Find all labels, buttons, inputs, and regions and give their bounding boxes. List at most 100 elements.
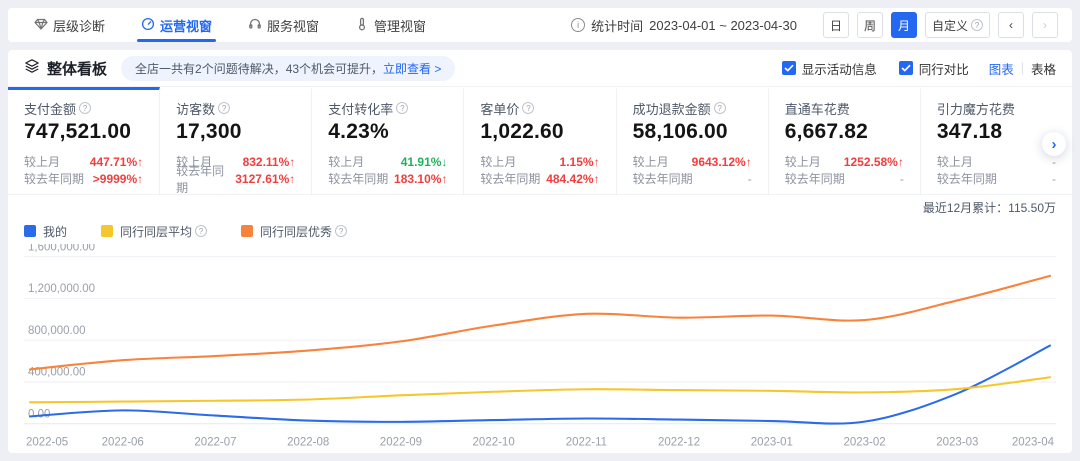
- metric-cards-row: 支付金额? 747,521.00 较上月447.71%↑ 较去年同期>9999%…: [8, 87, 1072, 195]
- tab-operations-view[interactable]: 运营视窗: [137, 8, 216, 42]
- notice-text: 全店一共有2个问题待解决，43个机会可提升，: [135, 60, 383, 77]
- yoy-change: -: [748, 172, 752, 186]
- question-icon[interactable]: ?: [714, 102, 726, 114]
- question-icon: ?: [335, 225, 347, 237]
- svg-text:2023-01: 2023-01: [751, 435, 793, 448]
- page-title: 整体看板: [47, 58, 107, 79]
- period-custom-button[interactable]: 自定义 ?: [925, 12, 990, 38]
- yoy-change: >9999%↑: [93, 172, 143, 186]
- tab-service-view[interactable]: 服务视窗: [244, 8, 323, 42]
- gem-icon: [34, 17, 48, 34]
- page: 层级诊断 运营视窗 服务视窗 管理视窗 i 统计时间 2023-04-01 ~ …: [0, 0, 1080, 461]
- yoy-change: -: [900, 172, 904, 186]
- svg-text:2022-09: 2022-09: [380, 435, 422, 448]
- legend-item-peer-excellent[interactable]: 同行同层优秀 ?: [241, 223, 347, 240]
- metric-value: 17,300: [176, 120, 295, 144]
- board-header: 整体看板 全店一共有2个问题待解决，43个机会可提升， 立即查看 > 显示活动信…: [8, 50, 1072, 87]
- overview-panel: 整体看板 全店一共有2个问题待解决，43个机会可提升， 立即查看 > 显示活动信…: [8, 50, 1072, 453]
- question-icon[interactable]: ?: [218, 102, 230, 114]
- yoy-change: 183.10%↑: [394, 172, 447, 186]
- svg-text:800,000.00: 800,000.00: [28, 324, 86, 337]
- svg-text:2022-08: 2022-08: [287, 435, 330, 448]
- gauge-icon: [141, 17, 155, 34]
- period-day-button[interactable]: 日: [823, 12, 849, 38]
- svg-text:2023-02: 2023-02: [843, 435, 885, 448]
- statistic-time-range: 2023-04-01 ~ 2023-04-30: [649, 18, 797, 33]
- svg-text:1,600,000.00: 1,600,000.00: [28, 244, 96, 253]
- tab-label: 服务视窗: [267, 16, 319, 35]
- legend-item-mine[interactable]: 我的: [24, 223, 67, 240]
- mom-change: 1.15%↑: [560, 155, 600, 169]
- mom-change: 832.11%↑: [243, 155, 296, 169]
- svg-text:2022-05: 2022-05: [26, 435, 69, 448]
- metric-card-payment-amount[interactable]: 支付金额? 747,521.00 较上月447.71%↑ 较去年同期>9999%…: [8, 87, 160, 194]
- question-icon[interactable]: ?: [79, 102, 91, 114]
- svg-text:2022-11: 2022-11: [566, 435, 607, 448]
- mom-change: 447.71%↑: [90, 155, 143, 169]
- headset-icon: [248, 17, 262, 34]
- question-icon: ?: [195, 225, 207, 237]
- cards-scroll-right-button[interactable]: ›: [1042, 132, 1066, 156]
- svg-text:2022-06: 2022-06: [102, 435, 145, 448]
- period-month-button[interactable]: 月: [891, 12, 917, 38]
- question-icon[interactable]: ?: [396, 102, 408, 114]
- tab-level-diagnosis[interactable]: 层级诊断: [30, 8, 109, 42]
- next-period-button[interactable]: ›: [1032, 12, 1058, 38]
- yoy-change: 484.42%↑: [546, 172, 599, 186]
- period-week-button[interactable]: 周: [857, 12, 883, 38]
- chart-view-toggle[interactable]: 图表: [989, 59, 1014, 78]
- mom-change: 9643.12%↑: [692, 155, 752, 169]
- yoy-change: -: [1052, 172, 1056, 186]
- info-icon: i: [571, 18, 585, 32]
- yoy-change: 3127.61%↑: [235, 172, 295, 186]
- mom-change: 41.91%↓: [401, 155, 448, 169]
- date-controls: i 统计时间 2023-04-01 ~ 2023-04-30 日 周 月 自定义…: [571, 12, 1058, 38]
- show-activity-checkbox[interactable]: 显示活动信息: [782, 59, 877, 78]
- metric-value: 1,022.60: [480, 120, 599, 144]
- view-tabs: 层级诊断 运营视窗 服务视窗 管理视窗: [30, 8, 458, 42]
- divider: |: [1021, 61, 1024, 75]
- table-view-toggle[interactable]: 表格: [1031, 59, 1056, 78]
- chart-legend: 我的 同行同层平均 ? 同行同层优秀 ?: [8, 220, 1072, 242]
- prev-period-button[interactable]: ‹: [998, 12, 1024, 38]
- legend-swatch: [101, 225, 113, 237]
- peer-compare-checkbox[interactable]: 同行对比: [899, 59, 969, 78]
- metric-value: 4.23%: [328, 120, 447, 144]
- svg-text:2022-12: 2022-12: [658, 435, 700, 448]
- notice-banner: 全店一共有2个问题待解决，43个机会可提升， 立即查看 >: [121, 56, 455, 81]
- svg-text:2022-07: 2022-07: [194, 435, 236, 448]
- metric-card-visitors[interactable]: 访客数? 17,300 较上月832.11%↑ 较去年同期3127.61%↑: [160, 87, 312, 194]
- line-chart-svg: 0.00400,000.00800,000.001,200,000.001,60…: [24, 244, 1056, 453]
- metric-card-conversion-rate[interactable]: 支付转化率? 4.23% 较上月41.91%↓ 较去年同期183.10%↑: [312, 87, 464, 194]
- question-icon[interactable]: ?: [522, 102, 534, 114]
- metric-value: 6,667.82: [785, 120, 904, 144]
- view-now-link[interactable]: 立即查看 >: [383, 60, 441, 77]
- layers-icon: [24, 58, 40, 79]
- cumulative-12m-total: 最近12月累计：115.50万: [8, 195, 1072, 220]
- trend-line-chart: 0.00400,000.00800,000.001,200,000.001,60…: [8, 242, 1072, 453]
- question-icon: ?: [971, 19, 983, 31]
- svg-text:2022-10: 2022-10: [473, 435, 516, 448]
- metric-value: 747,521.00: [24, 120, 143, 144]
- metric-value: 347.18: [937, 120, 1056, 144]
- tab-label: 管理视窗: [374, 16, 426, 35]
- svg-text:2023-04: 2023-04: [1012, 435, 1055, 448]
- mom-change: -: [1052, 155, 1056, 169]
- svg-text:2023-03: 2023-03: [936, 435, 979, 448]
- metric-value: 58,106.00: [633, 120, 752, 144]
- tab-label: 运营视窗: [160, 16, 212, 35]
- metric-card-avg-order-value[interactable]: 客单价? 1,022.60 较上月1.15%↑ 较去年同期484.42%↑: [464, 87, 616, 194]
- checkbox-checked-icon: [899, 61, 913, 75]
- legend-swatch: [241, 225, 253, 237]
- tab-label: 层级诊断: [53, 16, 105, 35]
- legend-item-peer-average[interactable]: 同行同层平均 ?: [101, 223, 207, 240]
- statistic-time: i 统计时间 2023-04-01 ~ 2023-04-30: [571, 16, 797, 35]
- metric-card-refund-amount[interactable]: 成功退款金额? 58,106.00 较上月9643.12%↑ 较去年同期-: [617, 87, 769, 194]
- view-switch: 图表 | 表格: [989, 59, 1056, 78]
- legend-swatch: [24, 225, 36, 237]
- metric-card-express-train-cost[interactable]: 直通车花费 6,667.82 较上月1252.58%↑ 较去年同期-: [769, 87, 921, 194]
- svg-text:0.00: 0.00: [28, 407, 51, 420]
- tab-management-view[interactable]: 管理视窗: [351, 8, 430, 42]
- statistic-time-label: 统计时间: [591, 16, 643, 35]
- top-navigation-bar: 层级诊断 运营视窗 服务视窗 管理视窗 i 统计时间 2023-04-01 ~ …: [8, 8, 1072, 42]
